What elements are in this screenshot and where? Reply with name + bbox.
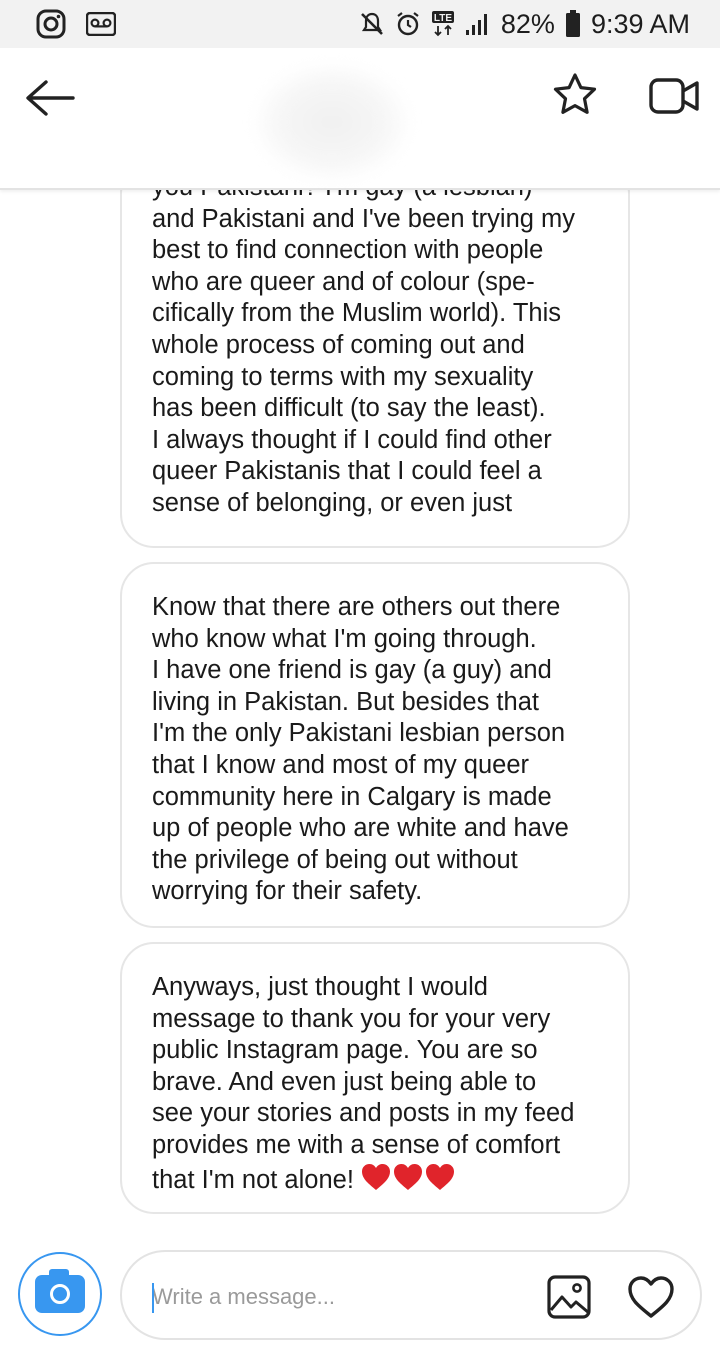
battery-icon bbox=[565, 10, 581, 38]
camera-button[interactable] bbox=[18, 1252, 102, 1336]
status-bar: LTE 82% 9:39 AM bbox=[0, 0, 720, 48]
redacted-username bbox=[252, 62, 412, 182]
message-bubble[interactable]: you Pakistani? I'm gay (a lesbian) and P… bbox=[120, 190, 630, 548]
video-call-icon[interactable] bbox=[648, 74, 702, 118]
message-composer bbox=[0, 1240, 720, 1357]
battery-percent: 82% bbox=[500, 8, 555, 39]
heart-icon bbox=[424, 1162, 456, 1192]
heart-emoji-group bbox=[360, 1162, 456, 1192]
signal-icon bbox=[465, 12, 491, 36]
heart-icon[interactable] bbox=[626, 1274, 676, 1320]
message-bubble[interactable]: Know that there are others out there who… bbox=[120, 562, 630, 928]
clock: 9:39 AM bbox=[590, 8, 690, 39]
message-input[interactable] bbox=[152, 1278, 532, 1316]
text-caret bbox=[152, 1283, 154, 1313]
camera-icon bbox=[35, 1269, 85, 1313]
message-text: you Pakistani? I'm gay (a lesbian) and P… bbox=[152, 190, 576, 517]
instagram-icon bbox=[36, 9, 66, 39]
mute-icon bbox=[359, 11, 385, 37]
star-icon[interactable] bbox=[550, 70, 600, 120]
back-arrow-icon[interactable] bbox=[20, 76, 76, 120]
message-input-container bbox=[120, 1250, 702, 1340]
lte-icon: LTE bbox=[431, 10, 455, 38]
message-text: Know that there are others out there who… bbox=[152, 593, 569, 906]
message-text: Anyways, just thought I would message to… bbox=[152, 973, 575, 1194]
alarm-icon bbox=[395, 11, 421, 37]
voicemail-icon bbox=[86, 12, 116, 36]
heart-icon bbox=[360, 1162, 392, 1192]
gallery-icon[interactable] bbox=[546, 1274, 592, 1320]
heart-icon bbox=[392, 1162, 424, 1192]
message-list[interactable]: you Pakistani? I'm gay (a lesbian) and P… bbox=[0, 190, 720, 1230]
message-bubble[interactable]: Anyways, just thought I would message to… bbox=[120, 942, 630, 1214]
svg-text:LTE: LTE bbox=[434, 13, 452, 24]
dm-screen: LTE 82% 9:39 AM you Pakistani? I'm gay bbox=[0, 0, 720, 1357]
conversation-header bbox=[0, 48, 720, 190]
